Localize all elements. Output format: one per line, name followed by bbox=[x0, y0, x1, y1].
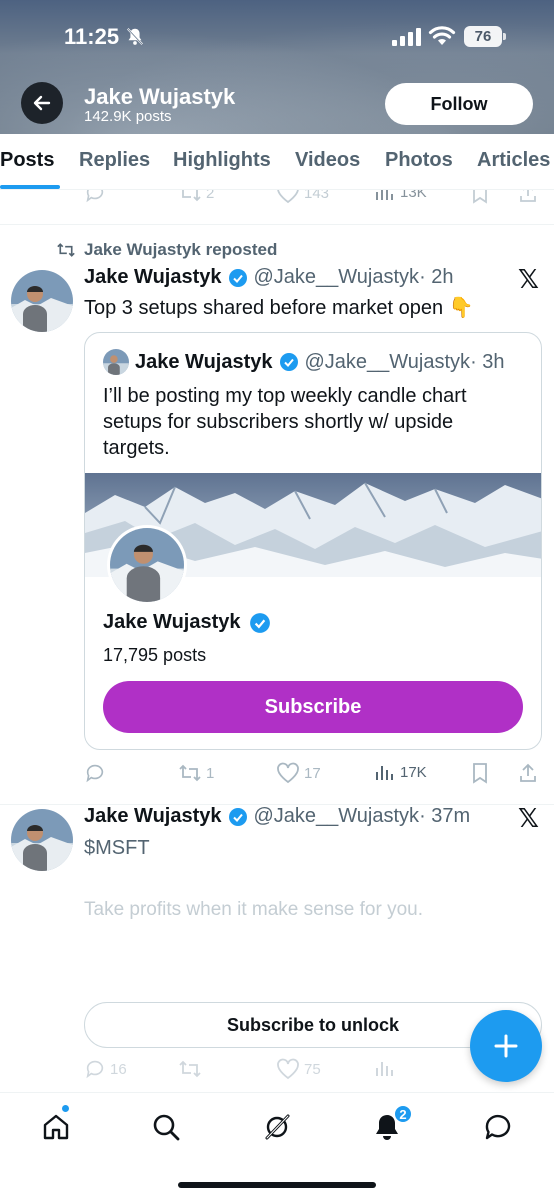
author-handle[interactable]: @Jake__Wujastyk bbox=[254, 805, 420, 828]
tweet-time: · 2h bbox=[419, 266, 454, 288]
nav-home[interactable] bbox=[36, 1107, 76, 1147]
active-tab-indicator bbox=[0, 185, 60, 189]
verified-badge-icon bbox=[249, 612, 270, 633]
repost-label: Jake Wujastyk reposted bbox=[84, 240, 278, 259]
quote-author-name: Jake Wujastyk bbox=[135, 350, 273, 373]
tab-replies[interactable]: Replies bbox=[79, 149, 150, 172]
share-icon bbox=[520, 763, 536, 782]
search-icon bbox=[153, 1114, 180, 1141]
like-count: 75 bbox=[304, 1060, 321, 1078]
follow-button[interactable]: Follow bbox=[385, 83, 533, 125]
retweet-icon bbox=[179, 1060, 201, 1078]
heart-icon bbox=[277, 762, 299, 784]
avatar[interactable] bbox=[11, 270, 73, 332]
views-icon bbox=[376, 1062, 393, 1076]
compose-button[interactable] bbox=[470, 1010, 542, 1082]
profile-posts-count: 142.9K posts bbox=[84, 108, 172, 125]
nav-messages[interactable] bbox=[478, 1107, 518, 1147]
like-button[interactable]: 17 bbox=[276, 762, 321, 784]
bell-muted-icon bbox=[126, 28, 144, 46]
retweet-count: 1 bbox=[206, 764, 215, 782]
tweet-text: Top 3 setups shared before market open 👇 bbox=[84, 297, 474, 319]
profile-header: 11:25 76 Jake Wujastyk 142.9K posts Foll… bbox=[0, 0, 554, 134]
heart-icon bbox=[277, 1058, 299, 1080]
verified-badge-icon bbox=[228, 268, 247, 287]
profile-name: Jake Wujastyk bbox=[84, 84, 236, 109]
quoted-tweet[interactable]: Jake Wujastyk @Jake__Wujastyk · 3h I’ll b… bbox=[84, 332, 542, 750]
quote-avatar bbox=[103, 349, 129, 375]
avatar[interactable] bbox=[11, 809, 73, 871]
wifi-icon bbox=[428, 26, 456, 45]
quote-time: · 3h bbox=[470, 350, 505, 373]
author-handle[interactable]: @Jake__Wujastyk bbox=[254, 266, 420, 289]
x-logo-icon: 𝕏 bbox=[518, 264, 539, 294]
retweet-button[interactable] bbox=[178, 1058, 202, 1080]
card-posts-count: 17,795 posts bbox=[103, 645, 207, 665]
author-name[interactable]: Jake Wujastyk bbox=[84, 805, 222, 828]
views-icon bbox=[376, 766, 393, 780]
reply-button[interactable] bbox=[84, 762, 106, 784]
card-avatar bbox=[107, 525, 187, 605]
retweet-icon bbox=[57, 243, 75, 257]
tweet-repost[interactable]: Jake Wujastyk reposted Jake Wujastyk @Ja… bbox=[0, 190, 554, 805]
tweet-time: · 37m bbox=[419, 805, 471, 827]
nav-search[interactable] bbox=[146, 1107, 186, 1147]
quote-text: I’ll be posting my top weekly candle cha… bbox=[103, 385, 467, 459]
x-logo-icon: 𝕏 bbox=[518, 803, 539, 833]
verified-badge-icon bbox=[228, 807, 247, 826]
tweet-header: Jake Wujastyk @Jake__Wujastyk · 2h bbox=[84, 266, 454, 289]
profile-tabs: Posts Replies Highlights Videos Photos A… bbox=[0, 134, 554, 190]
views-button[interactable] bbox=[374, 1058, 396, 1078]
tweet-actions: 16 75 bbox=[0, 1058, 554, 1086]
locked-preview-text: Take profits when it make sense for you. bbox=[84, 899, 423, 920]
views-count: 17K bbox=[400, 763, 427, 781]
quote-header: Jake Wujastyk @Jake__Wujastyk · 3h bbox=[103, 349, 505, 375]
reply-button[interactable]: 16 bbox=[84, 1058, 127, 1080]
timeline[interactable]: 2 143 13K Jake Wujastyk reposted Jake Wu… bbox=[0, 190, 554, 1092]
like-count: 17 bbox=[304, 764, 321, 782]
battery-indicator: 76 bbox=[464, 26, 506, 47]
notifications-badge: 2 bbox=[393, 1104, 413, 1124]
tab-photos[interactable]: Photos bbox=[385, 149, 453, 172]
home-indicator bbox=[178, 1182, 376, 1188]
card-name-text: Jake Wujastyk bbox=[103, 611, 241, 633]
tab-articles[interactable]: Articles bbox=[477, 149, 550, 172]
tweet-text: $MSFT bbox=[84, 837, 150, 859]
home-icon bbox=[43, 1114, 69, 1140]
nav-grok[interactable] bbox=[257, 1107, 297, 1147]
reply-count: 16 bbox=[110, 1060, 127, 1078]
views-button[interactable]: 17K bbox=[374, 762, 427, 782]
verified-badge-icon bbox=[279, 353, 298, 371]
reply-icon bbox=[86, 764, 104, 783]
bookmark-icon bbox=[473, 763, 487, 784]
reply-icon bbox=[86, 1060, 104, 1079]
tweet-header: Jake Wujastyk @Jake__Wujastyk · 37m bbox=[84, 805, 470, 828]
grok-icon bbox=[265, 1114, 290, 1140]
retweet-icon bbox=[179, 764, 201, 782]
home-new-indicator bbox=[61, 1104, 70, 1113]
card-name: Jake Wujastyk bbox=[103, 611, 271, 634]
subscribe-button[interactable]: Subscribe bbox=[103, 681, 523, 733]
chat-bubble-icon bbox=[485, 1114, 511, 1140]
repost-indicator: Jake Wujastyk reposted bbox=[56, 240, 277, 260]
share-button[interactable] bbox=[518, 762, 538, 784]
status-time: 11:25 bbox=[64, 24, 120, 49]
tab-videos[interactable]: Videos bbox=[295, 149, 360, 172]
bookmark-button[interactable] bbox=[470, 762, 490, 784]
like-button[interactable]: 75 bbox=[276, 1058, 321, 1080]
retweet-button[interactable]: 1 bbox=[178, 762, 214, 784]
arrow-left-icon bbox=[33, 95, 51, 111]
tweet-actions: 1 17 17K bbox=[0, 762, 554, 790]
subscription-card: Jake Wujastyk 17,795 posts Subscribe bbox=[85, 473, 541, 749]
tab-posts[interactable]: Posts bbox=[0, 149, 54, 172]
back-button[interactable] bbox=[21, 82, 63, 124]
tab-highlights[interactable]: Highlights bbox=[173, 149, 271, 172]
author-name[interactable]: Jake Wujastyk bbox=[84, 266, 222, 289]
quote-author-handle: @Jake__Wujastyk bbox=[304, 350, 471, 373]
plus-icon bbox=[494, 1034, 518, 1058]
signal-icon bbox=[392, 28, 421, 46]
